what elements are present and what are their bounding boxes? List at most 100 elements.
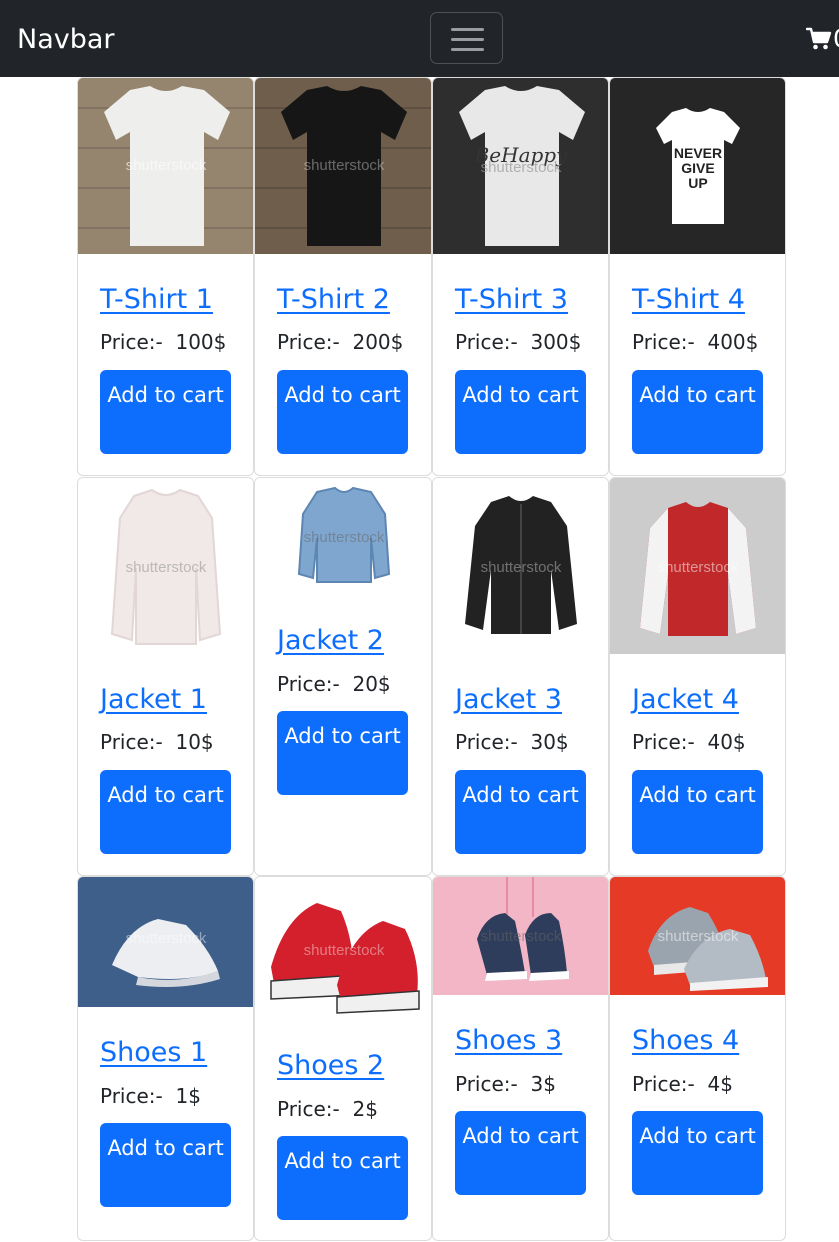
product-card: shutterstock Jacket 2 Price:- 20$ Add to… [254, 477, 432, 876]
price-value: 20$ [352, 672, 391, 696]
price-label: Price:- [632, 730, 695, 754]
hamburger-icon [451, 28, 484, 31]
product-title-link[interactable]: Shoes 2 [277, 1048, 384, 1084]
product-title-link[interactable]: Jacket 4 [632, 682, 739, 718]
add-to-cart-button[interactable]: Add to cart [277, 1136, 408, 1220]
product-price: Price:- 100$ [100, 328, 226, 356]
svg-text:shutterstock: shutterstock [481, 159, 562, 176]
product-price: Price:- 1$ [100, 1082, 201, 1110]
product-title-link[interactable]: T-Shirt 1 [100, 282, 213, 318]
add-to-cart-button[interactable]: Add to cart [632, 370, 763, 454]
price-value: 2$ [352, 1097, 378, 1121]
add-to-cart-button[interactable]: Add to cart [455, 770, 586, 854]
product-title-link[interactable]: Jacket 1 [100, 682, 207, 718]
price-label: Price:- [100, 330, 163, 354]
add-to-cart-button[interactable]: Add to cart [455, 370, 586, 454]
product-card: shutterstock T-Shirt 1 Price:- 100$ Add … [77, 77, 254, 476]
product-title-link[interactable]: Shoes 4 [632, 1023, 739, 1059]
price-label: Price:- [277, 672, 340, 696]
svg-text:shutterstock: shutterstock [126, 157, 207, 174]
product-card: shutterstock Shoes 1 Price:- 1$ Add to c… [77, 876, 254, 1241]
product-price: Price:- 2$ [277, 1095, 378, 1123]
white-tshirt-photo: shutterstock [78, 78, 253, 258]
product-card: shutterstock Jacket 4 Price:- 40$ Add to… [609, 477, 786, 876]
svg-text:NEVER: NEVER [674, 145, 722, 161]
product-card: NEVER GIVE UP T-Shirt 4 Price:- 400$ Add… [609, 77, 786, 476]
svg-text:GIVE: GIVE [681, 160, 714, 176]
price-value: 30$ [530, 730, 569, 754]
product-price: Price:- 4$ [632, 1070, 733, 1098]
product-price: Price:- 400$ [632, 328, 758, 356]
add-to-cart-button[interactable]: Add to cart [455, 1111, 586, 1195]
add-to-cart-button[interactable]: Add to cart [632, 770, 763, 854]
product-title-link[interactable]: T-Shirt 2 [277, 282, 390, 318]
product-title-link[interactable]: Jacket 2 [277, 623, 384, 659]
price-label: Price:- [455, 730, 518, 754]
price-value: 4$ [707, 1072, 733, 1096]
add-to-cart-button[interactable]: Add to cart [100, 1123, 231, 1207]
white-sneaker-photo: shutterstock [78, 877, 253, 1013]
white-fur-jacket-photo: shutterstock [78, 478, 253, 662]
product-price: Price:- 20$ [277, 670, 391, 698]
product-price: Price:- 200$ [277, 328, 403, 356]
product-card: shutterstock Shoes 3 Price:- 3$ Add to c… [432, 876, 609, 1241]
price-value: 40$ [707, 730, 746, 754]
svg-text:shutterstock: shutterstock [126, 559, 207, 576]
product-price: Price:- 40$ [632, 728, 746, 756]
price-label: Price:- [455, 1072, 518, 1096]
add-to-cart-button[interactable]: Add to cart [277, 711, 408, 795]
product-price: Price:- 10$ [100, 728, 214, 756]
product-price: Price:- 300$ [455, 328, 581, 356]
red-varsity-jacket-photo: shutterstock [610, 478, 785, 662]
price-value: 400$ [707, 330, 759, 354]
price-label: Price:- [632, 1072, 695, 1096]
navbar-brand[interactable]: Navbar [17, 22, 115, 58]
price-label: Price:- [455, 330, 518, 354]
product-card: shutterstock Shoes 2 Price:- 2$ Add to c… [254, 876, 432, 1241]
black-bomber-jacket-photo: shutterstock [433, 478, 608, 662]
product-price: Price:- 3$ [455, 1070, 556, 1098]
price-label: Price:- [632, 330, 695, 354]
svg-text:UP: UP [688, 175, 707, 191]
product-card: shutterstock Jacket 3 Price:- 30$ Add to… [432, 477, 609, 876]
svg-text:shutterstock: shutterstock [481, 928, 562, 945]
product-title-link[interactable]: Shoes 3 [455, 1023, 562, 1059]
navbar-toggler-button[interactable] [430, 12, 503, 64]
hamburger-icon-bar [451, 48, 484, 51]
product-title-link[interactable]: T-Shirt 3 [455, 282, 568, 318]
svg-text:shutterstock: shutterstock [304, 529, 385, 546]
cart-count: 0 [833, 24, 839, 54]
be-happy-tshirt-photo: BeHappy shutterstock [433, 78, 608, 258]
price-label: Price:- [277, 1097, 340, 1121]
product-title-link[interactable]: Shoes 1 [100, 1035, 207, 1071]
grey-running-shoes-photo: shutterstock [610, 877, 785, 1001]
product-card: shutterstock Jacket 1 Price:- 10$ Add to… [77, 477, 254, 876]
price-value: 100$ [175, 330, 227, 354]
black-tshirt-photo: shutterstock [255, 78, 431, 258]
denim-jacket-photo: shutterstock [255, 478, 431, 604]
add-to-cart-button[interactable]: Add to cart [277, 370, 408, 454]
svg-text:shutterstock: shutterstock [304, 942, 385, 959]
product-card: BeHappy shutterstock T-Shirt 3 Price:- 3… [432, 77, 609, 476]
cart-button[interactable]: 0 [806, 24, 839, 54]
add-to-cart-button[interactable]: Add to cart [100, 770, 231, 854]
price-label: Price:- [277, 330, 340, 354]
navbar: Navbar 0 [0, 0, 839, 77]
svg-text:shutterstock: shutterstock [481, 559, 562, 576]
price-value: 3$ [530, 1072, 556, 1096]
navy-sneakers-photo: shutterstock [433, 877, 608, 1001]
price-value: 300$ [530, 330, 582, 354]
product-card: shutterstock T-Shirt 2 Price:- 200$ Add … [254, 77, 432, 476]
red-canvas-sneakers-photo: shutterstock [255, 877, 431, 1027]
hamburger-icon-bar [451, 38, 484, 41]
product-title-link[interactable]: Jacket 3 [455, 682, 562, 718]
add-to-cart-button[interactable]: Add to cart [100, 370, 231, 454]
price-label: Price:- [100, 730, 163, 754]
never-give-up-tshirt-photo: NEVER GIVE UP [610, 78, 785, 258]
product-title-link[interactable]: T-Shirt 4 [632, 282, 745, 318]
svg-text:shutterstock: shutterstock [304, 157, 385, 174]
svg-text:shutterstock: shutterstock [658, 559, 739, 576]
svg-text:shutterstock: shutterstock [126, 930, 207, 947]
svg-text:shutterstock: shutterstock [658, 928, 739, 945]
add-to-cart-button[interactable]: Add to cart [632, 1111, 763, 1195]
